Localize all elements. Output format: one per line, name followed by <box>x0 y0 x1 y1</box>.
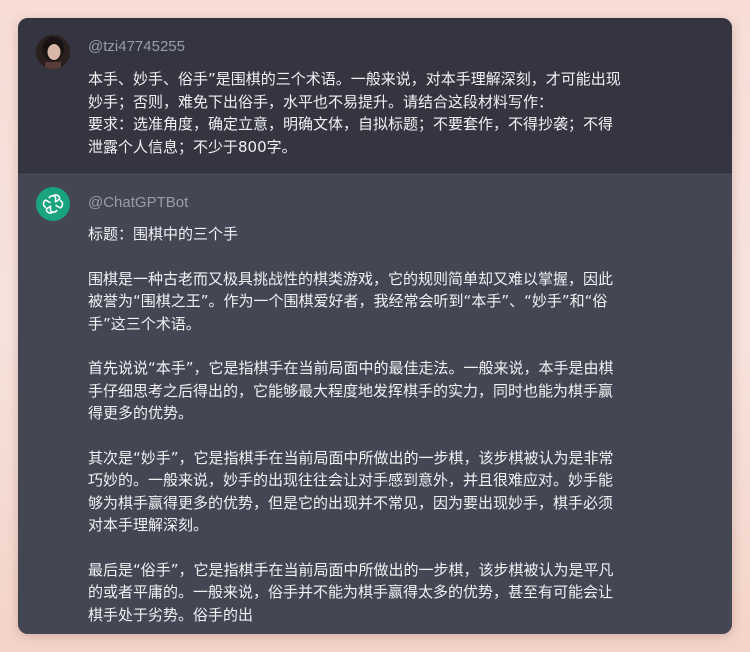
bot-text-line: 围棋是一种古老而又极具挑战性的棋类游戏，它的规则简单却又难以掌握，因此 <box>88 269 614 288</box>
chatgpt-logo-icon <box>36 187 70 221</box>
user-text-line: 泄露个人信息；不少于800字。 <box>88 137 297 156</box>
openai-logo-icon <box>42 194 64 214</box>
bot-text-line: 标题：围棋中的三个手 <box>88 225 239 243</box>
bot-text-line: 其次是“妙手”，它是指棋手在当前局面中所做出的一步棋，该步棋被认为是非常 <box>88 448 614 467</box>
bot-paragraph: 首先说说“本手”，它是指棋手在当前局面中的最佳走法。一般来说，本手是由棋 手仔细… <box>88 357 718 425</box>
bot-message-text: 标题：围棋中的三个手 围棋是一种古老而又极具挑战性的棋类游戏，它的规则简单却又难… <box>88 223 718 626</box>
bot-text-line: 的或者平庸的。一般来说，俗手并不能为棋手赢得太多的优势，甚至有可能会让 <box>88 583 614 601</box>
bot-text-line: 巧妙的。一般来说，妙手的出现往往会让对手感到意外，并且很难应对。妙手能 <box>88 471 614 489</box>
bot-paragraph: 围棋是一种古老而又极具挑战性的棋类游戏，它的规则简单却又难以掌握，因此 被誉为“… <box>88 268 718 336</box>
user-text-line: 要求：选准角度，确定立意，明确文体，自拟标题；不要套作，不得抄袭；不得 <box>88 115 614 133</box>
bot-text-line: 棋手处于劣势。俗手的出 <box>88 605 254 624</box>
conversation-card: @tzi47745255 本手、妙手、俗手”是围棋的三个术语。一般来说，对本手理… <box>18 18 732 634</box>
user-handle: @tzi47745255 <box>88 38 185 55</box>
bot-text-line: 首先说说“本手”，它是指棋手在当前局面中的最佳走法。一般来说，本手是由棋 <box>88 359 614 377</box>
user-avatar-image <box>36 35 70 69</box>
bot-paragraph: 最后是“俗手”，它是指棋手在当前局面中所做出的一步棋，该步棋被认为是平凡 的或者… <box>88 559 718 627</box>
bot-message: @ChatGPTBot 标题：围棋中的三个手 围棋是一种古老而又极具挑战性的棋类… <box>18 173 732 634</box>
bot-text-line: 手仔细思考之后得出的，它能够最大程度地发挥棋手的实力，同时也能为棋手赢 <box>88 381 614 400</box>
bot-text-line: 被誉为“围棋之王”。作为一个围棋爱好者，我经常会听到“本手”、“妙手”和“俗 <box>88 292 608 310</box>
user-text-line: 本手、妙手、俗手”是围棋的三个术语。一般来说，对本手理解深刻，才可能出现 <box>88 70 621 88</box>
bot-text-line: 手”这三个术语。 <box>88 314 201 333</box>
bot-text-line: 得更多的优势。 <box>88 404 194 422</box>
user-message-text: 本手、妙手、俗手”是围棋的三个术语。一般来说，对本手理解深刻，才可能出现 妙手；… <box>88 68 718 158</box>
bot-handle: @ChatGPTBot <box>88 194 189 211</box>
bot-paragraph: 标题：围棋中的三个手 <box>88 223 718 246</box>
bot-text-line: 对本手理解深刻。 <box>88 516 209 534</box>
user-message: @tzi47745255 本手、妙手、俗手”是围棋的三个术语。一般来说，对本手理… <box>18 18 732 173</box>
bot-text-line: 够为棋手赢得更多的优势，但是它的出现并不常见，因为要出现妙手，棋手必须 <box>88 493 614 512</box>
user-avatar <box>36 35 70 69</box>
bot-text-line: 最后是“俗手”，它是指棋手在当前局面中所做出的一步棋，该步棋被认为是平凡 <box>88 560 614 579</box>
bot-paragraph: 其次是“妙手”，它是指棋手在当前局面中所做出的一步棋，该步棋被认为是非常 巧妙的… <box>88 447 718 537</box>
user-text-line: 妙手；否则，难免下出俗手，水平也不易提升。请结合这段材料写作： <box>88 92 554 111</box>
